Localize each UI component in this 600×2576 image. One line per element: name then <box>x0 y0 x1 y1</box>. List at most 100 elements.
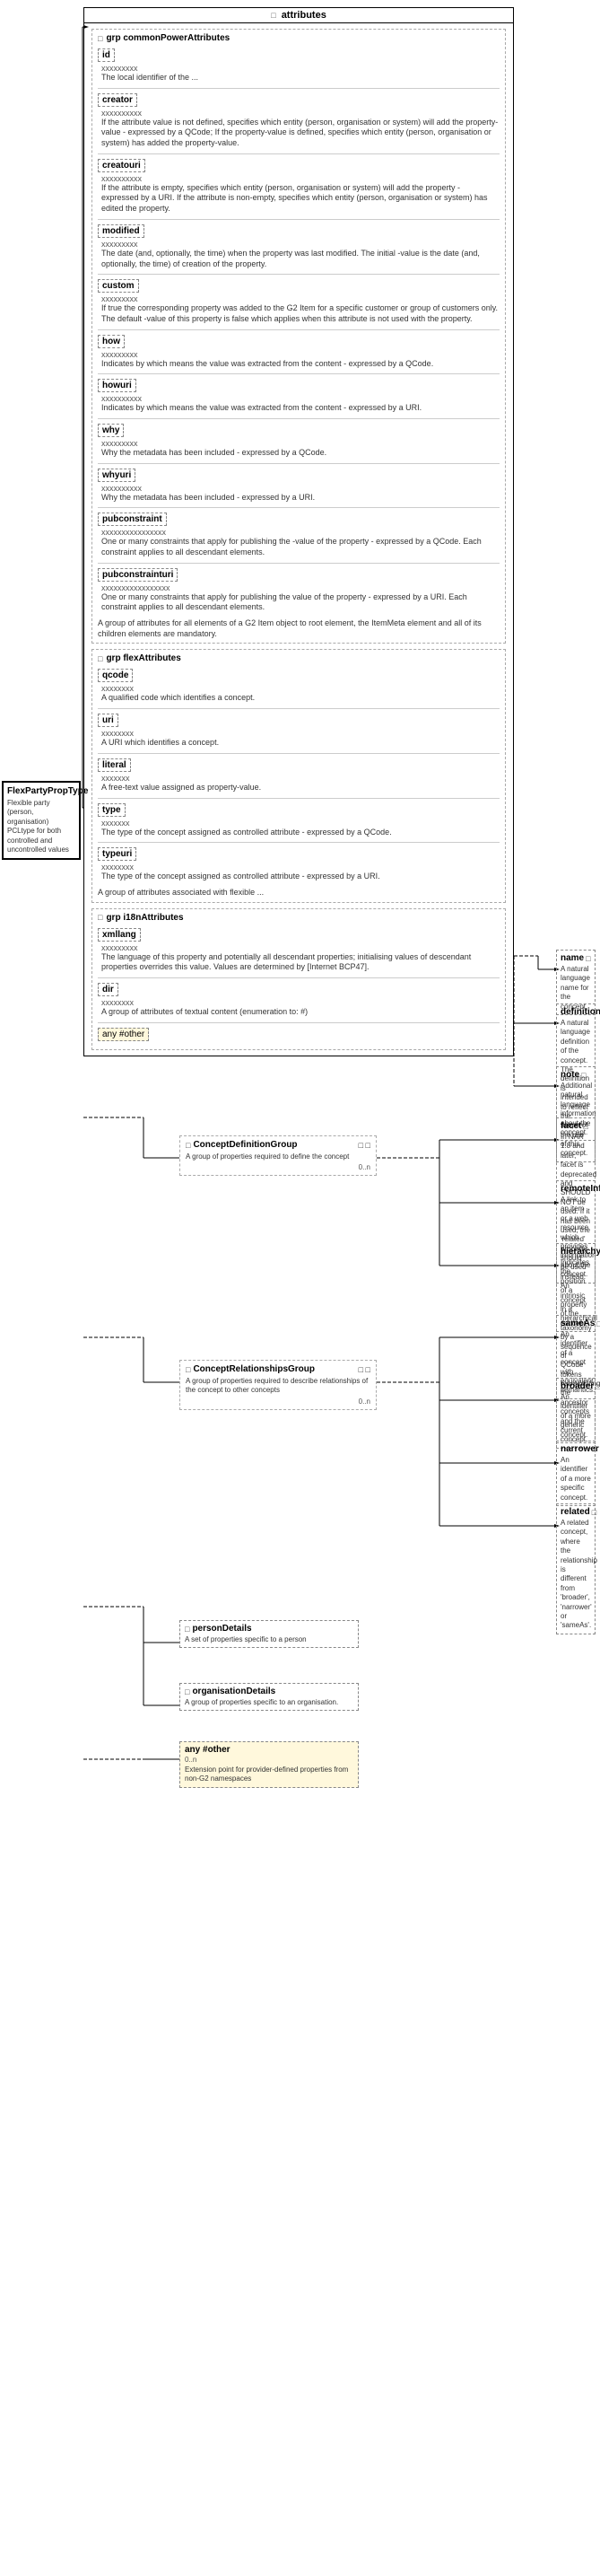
related-indicator: □ <box>592 1508 596 1517</box>
prop-uri: uri xxxxxxxx A URI which identifies a co… <box>98 712 500 750</box>
related-desc: A related concept, where the relationshi… <box>561 1519 591 1631</box>
prop-pubconstrainturi-card: xxxxxxxxxxxxxxxxx <box>98 583 500 592</box>
prop-custom-card: xxxxxxxxx <box>98 294 500 303</box>
person-details-icon: □ <box>185 1625 189 1634</box>
group-icon-common: □ <box>98 34 102 43</box>
definition-box-header: definition □ <box>561 1007 591 1017</box>
org-details-header: □ organisationDetails <box>185 1687 353 1696</box>
prop-creatouri-card: xxxxxxxxxx <box>98 174 500 183</box>
broader-header: broader □ <box>561 1381 591 1391</box>
flex-footer: A group of attributes associated with fl… <box>98 888 500 898</box>
any-other-label: any #other <box>185 1745 353 1755</box>
prop-modified-desc: The date (and, optionally, the time) whe… <box>98 249 500 269</box>
flex-party-desc: Flexible party (person, organisation) PC… <box>7 799 75 854</box>
note-title: note <box>561 1070 579 1080</box>
attributes-icon: □ <box>271 11 275 20</box>
any-other-box: any #other 0..n Extension point for prov… <box>179 1741 359 1788</box>
diagram-area: □ attributes □ grp commonPowerAttributes… <box>0 0 600 2576</box>
prop-howuri-desc: Indicates by which means the value was e… <box>98 403 500 414</box>
prop-dir-desc: A group of attributes of textual content… <box>98 1007 500 1018</box>
group-icon-i18n: □ <box>98 913 102 922</box>
prop-dir-name: dir <box>98 983 118 996</box>
hierarchy-info-header: hierarchyInfo □ <box>561 1247 591 1257</box>
prop-whyuri-card: xxxxxxxxxx <box>98 484 500 493</box>
person-details-title: personDetails <box>192 1624 251 1634</box>
prop-custom: custom xxxxxxxxx If true the correspondi… <box>98 277 500 326</box>
concept-rel-card: □ □ <box>359 1365 370 1374</box>
concept-def-cardinality: 0..n <box>186 1163 370 1171</box>
prop-qcode-name: qcode <box>98 669 133 682</box>
prop-why-card: xxxxxxxxx <box>98 439 500 448</box>
narrower-header: narrower □ <box>561 1444 591 1454</box>
attributes-title: attributes <box>282 10 326 21</box>
prop-xmllang-desc: The language of this property and potent… <box>98 952 500 973</box>
concept-rel-icon: □ <box>186 1365 190 1374</box>
org-details-icon: □ <box>185 1687 189 1696</box>
prop-whyuri: whyuri xxxxxxxxxx Why the metadata has b… <box>98 467 500 505</box>
name-indicator: □ <box>586 954 590 963</box>
common-power-footer: A group of attributes for all elements o… <box>98 618 500 639</box>
concept-def-desc: A group of properties required to define… <box>186 1152 370 1161</box>
prop-creator-desc: If the attribute value is not defined, s… <box>98 118 500 149</box>
flex-label: grp flexAttributes <box>106 653 180 663</box>
prop-how-name: how <box>98 335 125 348</box>
prop-typeuri-desc: The type of the concept assigned as cont… <box>98 872 500 882</box>
prop-literal-name: literal <box>98 758 131 772</box>
person-details-desc: A set of properties specific to a person <box>185 1635 353 1644</box>
narrower-desc: An identifier of a more specific concept… <box>561 1456 591 1503</box>
prop-type-name: type <box>98 803 126 817</box>
concept-def-label: ConceptDefinitionGroup <box>193 1140 297 1150</box>
prop-howuri: howuri xxxxxxxxxx Indicates by which mea… <box>98 377 500 416</box>
related-title: related <box>561 1507 590 1517</box>
concept-def-icon: □ <box>186 1141 190 1150</box>
prop-typeuri: typeuri xxxxxxxx The type of the concept… <box>98 846 500 884</box>
prop-qcode-desc: A qualified code which identifies a conc… <box>98 693 500 704</box>
same-as-title: sameAs <box>561 1319 595 1328</box>
prop-creatouri-name: creatouri <box>98 159 145 172</box>
prop-literal-desc: A free-text value assigned as property-v… <box>98 783 500 793</box>
prop-literal-card: xxxxxxx <box>98 774 500 783</box>
prop-xmllang-name: xmllang <box>98 928 141 942</box>
prop-type: type xxxxxxx The type of the concept ass… <box>98 802 500 840</box>
remote-info-title: remoteInfo <box>561 1184 600 1194</box>
i18n-header: □ grp i18nAttributes <box>98 913 500 923</box>
prop-literal: literal xxxxxxx A free-text value assign… <box>98 757 500 795</box>
prop-why-name: why <box>98 424 124 437</box>
prop-uri-name: uri <box>98 714 118 727</box>
prop-howuri-name: howuri <box>98 379 136 392</box>
prop-typeuri-card: xxxxxxxx <box>98 863 500 872</box>
prop-type-desc: The type of the concept assigned as cont… <box>98 828 500 838</box>
related-header: related □ <box>561 1507 591 1517</box>
common-power-label: grp commonPowerAttributes <box>106 33 230 43</box>
broader-desc: An identifier of a more generic concept. <box>561 1393 591 1440</box>
flex-party-title: FlexPartyPropType <box>7 786 75 796</box>
hierarchy-info-title: hierarchyInfo <box>561 1247 600 1257</box>
prop-why-desc: Why the metadata has been included - exp… <box>98 448 500 459</box>
concept-rel-cardinality: 0..n <box>186 1398 370 1406</box>
concept-rel-group-box: □ ConceptRelationshipsGroup □ □ A group … <box>179 1360 377 1410</box>
name-title: name <box>561 953 584 963</box>
prop-creatouri: creatouri xxxxxxxxxx If the attribute is… <box>98 157 500 216</box>
prop-custom-desc: If true the corresponding property was a… <box>98 303 500 324</box>
prop-how-desc: Indicates by which means the value was e… <box>98 359 500 370</box>
definition-title: definition <box>561 1007 600 1017</box>
prop-creator-name: creator <box>98 93 137 107</box>
concept-def-card: □ □ <box>359 1141 370 1150</box>
i18n-group: □ grp i18nAttributes xmllang xxxxxxxxx T… <box>91 908 506 1050</box>
prop-pubconstrainturi-name: pubconstrainturi <box>98 568 178 582</box>
facet-box-header: facet □ <box>561 1121 591 1131</box>
prop-how-card: xxxxxxxxx <box>98 350 500 359</box>
broader-box: broader □ An identifier of a more generi… <box>556 1378 596 1443</box>
prop-id-name: id <box>98 48 115 62</box>
prop-creatouri-desc: If the attribute is empty, specifies whi… <box>98 183 500 215</box>
prop-pubconstraint-name: pubconstraint <box>98 513 167 526</box>
prop-creator-card: xxxxxxxxxx <box>98 109 500 118</box>
prop-why: why xxxxxxxxx Why the metadata has been … <box>98 422 500 460</box>
prop-xmllang: xmllang xxxxxxxxx The language of this p… <box>98 926 500 975</box>
prop-id-card: xxxxxxxxx <box>98 64 500 73</box>
concept-rel-header: □ ConceptRelationshipsGroup □ □ <box>186 1364 370 1374</box>
same-as-indicator: □ <box>596 1319 600 1328</box>
note-box-header: note □ <box>561 1070 591 1080</box>
narrower-title: narrower <box>561 1444 599 1454</box>
prop-how: how xxxxxxxxx Indicates by which means t… <box>98 333 500 372</box>
